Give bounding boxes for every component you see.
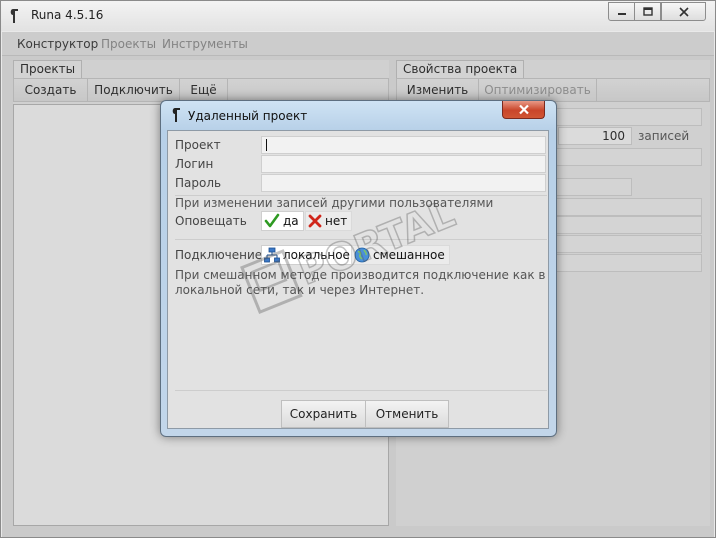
divider [175, 390, 547, 391]
maximize-icon [642, 7, 653, 16]
save-button[interactable]: Сохранить [281, 400, 366, 428]
minimize-icon [617, 12, 626, 15]
checkmark-icon [264, 213, 280, 228]
dialog-footer: Сохранить Отменить [281, 400, 449, 428]
dialog-title: Удаленный проект [188, 109, 308, 123]
maximize-button[interactable] [634, 2, 661, 21]
login-input[interactable] [261, 155, 546, 173]
app-logo-icon [172, 108, 180, 122]
notify-yes-option[interactable]: да [261, 211, 304, 231]
login-label: Логин [175, 157, 214, 171]
text-caret [266, 139, 267, 151]
dialog-close-button[interactable] [502, 101, 545, 119]
cancel-button[interactable]: Отменить [366, 400, 449, 428]
window-title: Runa 4.5.16 [31, 8, 104, 22]
close-window-button[interactable] [661, 2, 706, 21]
minimize-button[interactable] [608, 2, 635, 21]
close-icon [518, 104, 529, 115]
title-bar[interactable]: Runa 4.5.16 [1, 1, 715, 31]
project-label: Проект [175, 138, 221, 152]
password-label: Пароль [175, 176, 222, 190]
notify-label: Оповещать [175, 214, 247, 228]
project-input[interactable] [261, 136, 546, 154]
close-icon [678, 6, 689, 17]
notify-yes-label: да [283, 214, 299, 228]
app-logo-icon [10, 9, 18, 23]
